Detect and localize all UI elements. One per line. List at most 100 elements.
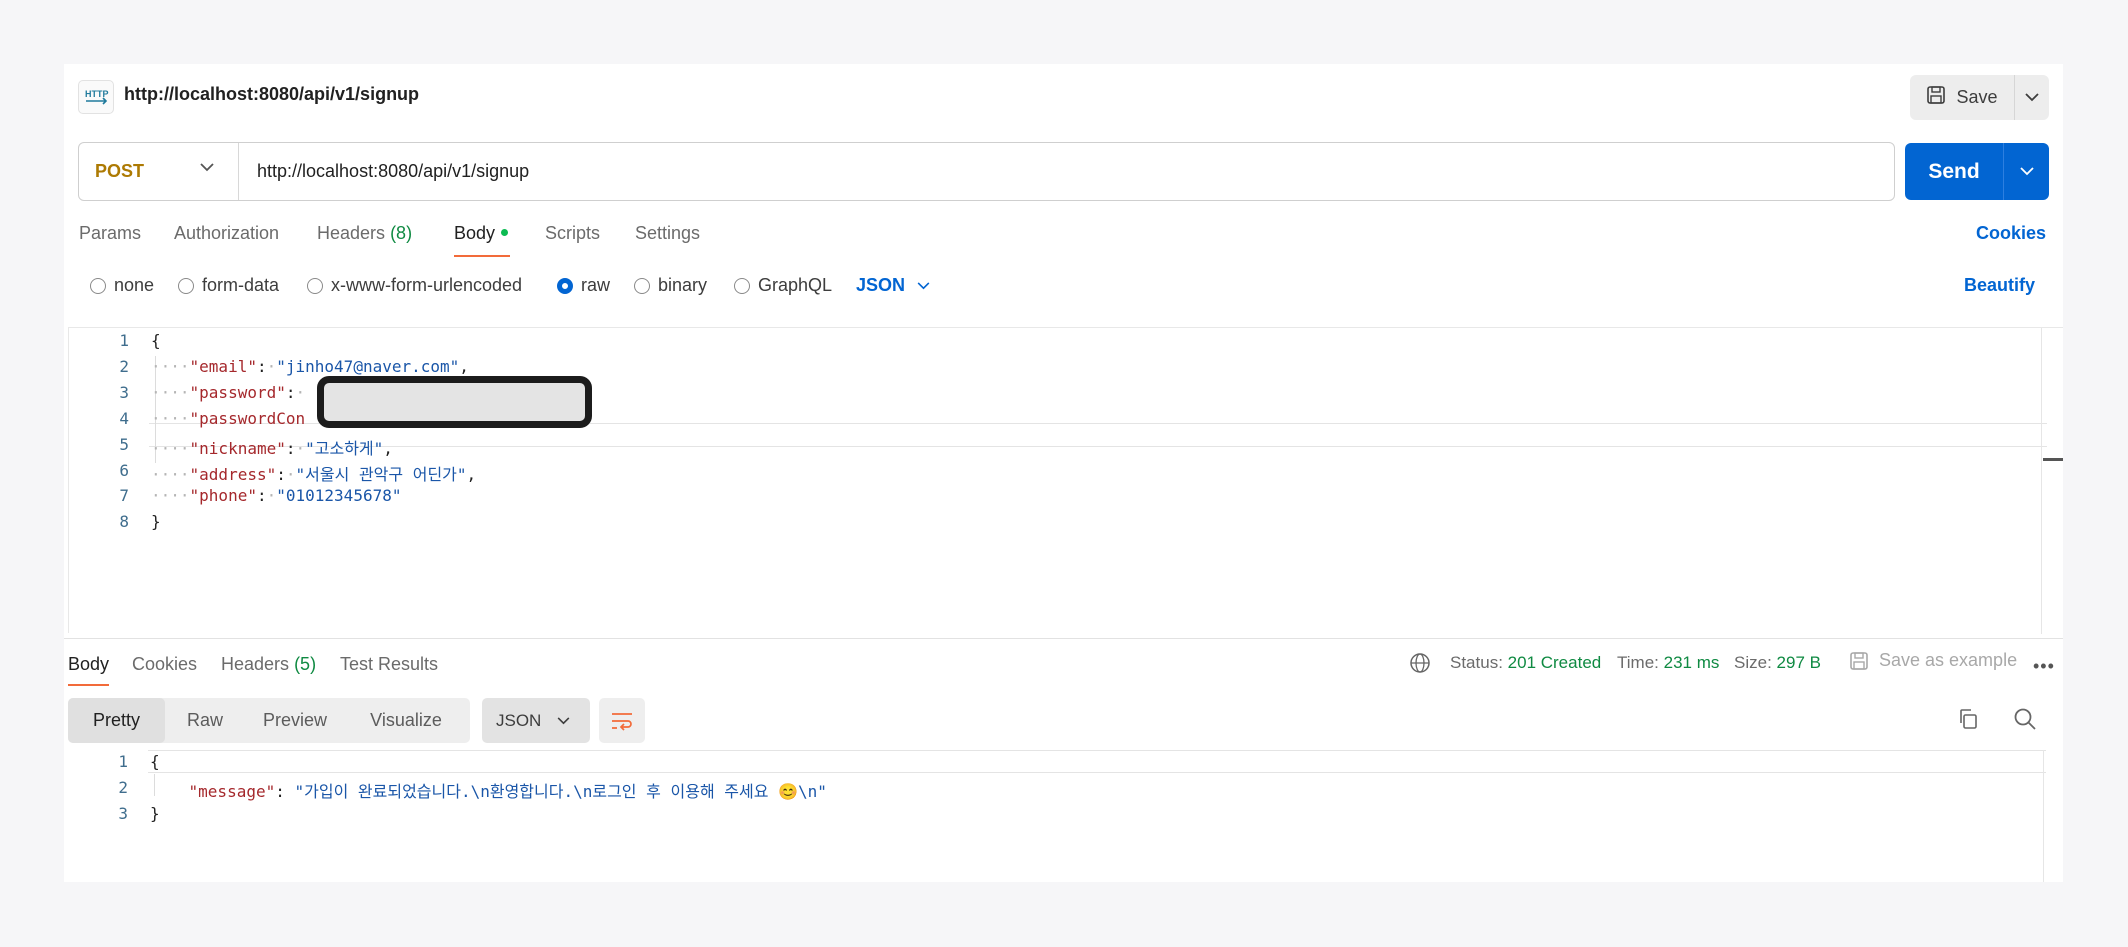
radio-raw[interactable]: raw [557, 275, 610, 296]
tab-body-label: Body [454, 223, 496, 243]
tab-headers-count: (8) [390, 223, 413, 243]
line-number: 1 [118, 752, 128, 771]
code-line: ····"phone":·"01012345678" [151, 486, 402, 505]
json-key: "nickname" [189, 439, 286, 458]
tab-headers[interactable]: Headers (8) [317, 223, 412, 244]
json-close-brace: } [150, 804, 160, 823]
response-tab-headers-count: (5) [294, 654, 317, 674]
tab-settings[interactable]: Settings [635, 223, 700, 244]
radio-form-data[interactable]: form-data [178, 275, 279, 296]
tab-scripts[interactable]: Scripts [545, 223, 600, 244]
line-number: 4 [119, 409, 129, 428]
chevron-down-icon [557, 716, 570, 724]
view-raw[interactable]: Raw [165, 698, 245, 743]
response-tab-headers[interactable]: Headers (5) [221, 654, 316, 675]
response-format-label: JSON [496, 710, 542, 730]
code-line: "message": "가입이 완료되었습니다.\n환영합니다.\n로그인 후 … [188, 782, 827, 801]
chevron-down-icon [2019, 167, 2034, 176]
radio-binary[interactable]: binary [634, 275, 707, 296]
overview-ruler-marker [2043, 458, 2063, 461]
line-number: 5 [119, 435, 129, 454]
save-as-example-button[interactable]: Save as example [1849, 650, 2017, 671]
code-line: ····"passwordCon [151, 409, 306, 428]
response-status[interactable]: Status: 201 Created [1450, 653, 1601, 673]
radio-none-label: none [114, 275, 155, 295]
response-tab-body[interactable]: Body [68, 654, 109, 675]
json-key: "password" [189, 383, 286, 402]
code-line: ····"email":·"jinho47@naver.com", [151, 357, 469, 376]
response-body-viewer[interactable]: 1 2 3 { "message": "가입이 완료되었습니다.\n환영합니다.… [68, 750, 2063, 882]
save-label: Save [1956, 87, 1998, 107]
code-line: } [151, 512, 161, 531]
radio-circle [634, 277, 650, 294]
send-group: Send [1905, 143, 2049, 200]
copy-icon[interactable] [1956, 707, 1980, 736]
request-body-editor[interactable]: 1 2 3 4 5 6 7 8 { ····"email":·"jinho47@… [68, 327, 2063, 634]
wrap-lines-button[interactable] [599, 698, 645, 743]
code-line: { [151, 331, 161, 350]
cookies-link[interactable]: Cookies [1976, 223, 2046, 244]
save-icon [1926, 85, 1946, 110]
search-icon[interactable] [2013, 707, 2037, 736]
code-line: ····"address":·"서울시 관악구 어딘가", [151, 465, 477, 484]
json-key: "phone" [189, 486, 257, 505]
view-visualize[interactable]: Visualize [345, 698, 467, 743]
editor-scrollbar[interactable] [2041, 328, 2042, 634]
time-label: Time: [1617, 653, 1659, 672]
svg-text:HTTP: HTTP [85, 89, 109, 99]
response-size[interactable]: Size: 297 B [1734, 653, 1821, 673]
response-scrollbar[interactable] [2043, 750, 2044, 882]
response-tab-test-results[interactable]: Test Results [340, 654, 438, 675]
response-active-tab-underline [68, 684, 109, 686]
wrap-icon [612, 712, 632, 731]
radio-urlencoded[interactable]: x-www-form-urlencoded [307, 275, 522, 296]
response-format-select[interactable]: JSON [482, 698, 590, 743]
request-panel: HTTP http://localhost:8080/api/v1/signup… [64, 64, 2063, 882]
code-line: { [150, 752, 160, 771]
line-number: 3 [119, 383, 129, 402]
json-key: "email" [189, 357, 257, 376]
save-button[interactable]: Save [1910, 75, 2014, 120]
body-format-select[interactable]: JSON [856, 275, 930, 296]
active-line-highlight [148, 750, 2046, 773]
status-label: Status: [1450, 653, 1503, 672]
view-pretty[interactable]: Pretty [68, 698, 165, 743]
code-line: } [150, 804, 160, 823]
response-tab-headers-label: Headers [221, 654, 290, 674]
redaction-box [317, 376, 592, 428]
radio-graphql[interactable]: GraphQL [734, 275, 832, 296]
url-bar: POST http://localhost:8080/api/v1/signup [78, 142, 1895, 201]
save-options-button[interactable] [2014, 75, 2049, 120]
size-value: 297 B [1776, 653, 1821, 672]
send-options-button[interactable] [2003, 143, 2049, 200]
body-indicator-dot [501, 228, 509, 236]
method-select[interactable]: POST [79, 143, 239, 200]
url-input[interactable]: http://localhost:8080/api/v1/signup [257, 161, 529, 182]
json-open-brace: { [151, 331, 161, 350]
time-value: 231 ms [1663, 653, 1720, 672]
view-preview[interactable]: Preview [245, 698, 345, 743]
radio-circle [307, 277, 323, 294]
line-number: 6 [119, 461, 129, 480]
tab-authorization[interactable]: Authorization [174, 223, 279, 244]
send-button[interactable]: Send [1905, 143, 2003, 200]
radio-none[interactable]: none [90, 275, 154, 296]
radio-graphql-label: GraphQL [758, 275, 833, 295]
http-icon: HTTP [78, 80, 114, 114]
tab-params[interactable]: Params [79, 223, 141, 244]
tab-body[interactable]: Body [454, 223, 509, 244]
chevron-down-icon [200, 163, 214, 172]
line-number: 2 [118, 778, 128, 797]
method-label: POST [95, 161, 145, 181]
response-time[interactable]: Time: 231 ms [1617, 653, 1719, 673]
json-key: "message" [188, 782, 276, 801]
response-divider[interactable] [64, 638, 2063, 639]
response-tab-cookies[interactable]: Cookies [132, 654, 197, 675]
line-number: 3 [118, 804, 128, 823]
more-options-button[interactable]: ••• [2033, 656, 2055, 677]
line-number: 7 [119, 486, 129, 505]
globe-icon[interactable] [1409, 652, 1431, 679]
request-title: http://localhost:8080/api/v1/signup [124, 84, 420, 104]
json-open-brace: { [150, 752, 160, 771]
beautify-button[interactable]: Beautify [1964, 275, 2035, 296]
